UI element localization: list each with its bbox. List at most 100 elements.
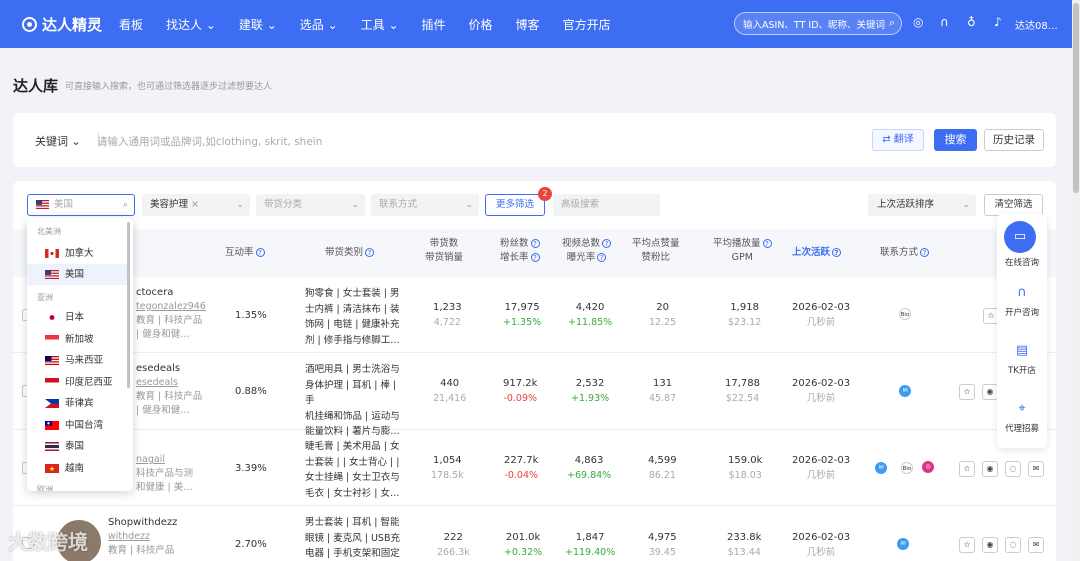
creator-name[interactable]: ctocera xyxy=(136,286,206,300)
headset-icon[interactable]: ∩ xyxy=(940,15,949,29)
goods-category-select[interactable]: 带货分类 ⌄ xyxy=(256,194,365,216)
star-icon[interactable]: ☆ xyxy=(959,384,975,400)
advanced-search-placeholder: 高级搜索 xyxy=(561,199,600,210)
user-name[interactable]: 达达08… xyxy=(1015,17,1058,32)
sort-select[interactable]: 上次活跃排序 ⌄ xyxy=(868,194,976,216)
creator-handle[interactable]: esedeals xyxy=(136,376,202,390)
message-icon[interactable]: ◌ xyxy=(1005,537,1021,553)
mail-icon[interactable]: ✉ xyxy=(897,538,909,550)
sidebar-item-agent-recruit[interactable]: ⌖ 代理招募 xyxy=(997,400,1047,434)
help-icon[interactable]: ? xyxy=(530,253,540,262)
header-contact[interactable]: 联系方式? xyxy=(880,246,930,260)
sidebar-item-tk-store[interactable]: ▤ TK开店 xyxy=(997,342,1047,376)
country-select[interactable]: 美国 ⌕ xyxy=(27,194,135,216)
translate-button[interactable]: ⇄ 翻译 xyxy=(872,129,924,151)
country-placeholder: 美国 xyxy=(54,199,74,210)
creator-name[interactable]: esedeals xyxy=(136,362,202,376)
eye-icon[interactable]: ◉ xyxy=(982,461,998,477)
bulb-icon[interactable]: ♁ xyxy=(967,15,976,29)
country-option-usa[interactable]: 美国 xyxy=(27,264,127,285)
history-button[interactable]: 历史记录 xyxy=(984,129,1044,151)
mail-outline-icon[interactable]: ✉ xyxy=(1028,461,1044,477)
help-icon[interactable]: ? xyxy=(597,253,607,262)
contact-select[interactable]: 联系方式 ⌄ xyxy=(371,194,479,216)
header-interaction[interactable]: 互动率? xyxy=(225,246,265,260)
keyword-input[interactable]: 请输入通用词或品牌词,如clothing, skrit, shein xyxy=(97,134,322,149)
nav-item-plugin[interactable]: 插件 xyxy=(422,16,446,33)
keyword-type-select[interactable]: 关键词 ⌄ xyxy=(35,133,81,149)
country-option-philippines[interactable]: 菲律宾 xyxy=(27,393,127,414)
bell-icon[interactable]: ♪ xyxy=(994,15,1002,29)
clear-tag-icon[interactable]: × xyxy=(188,199,199,210)
eye-icon[interactable]: ◉ xyxy=(982,537,998,553)
help-icon[interactable]: ? xyxy=(365,248,375,257)
creator-tags: | 健身和健… xyxy=(136,329,190,340)
creator-handle[interactable]: withdezz xyxy=(108,530,177,544)
help-icon[interactable]: ? xyxy=(530,239,540,248)
country-option-canada[interactable]: 加拿大 xyxy=(27,243,127,264)
table-row[interactable]: ctocera tegonzalez946 教育 | 科技产品 | 健身和健… … xyxy=(13,277,1056,353)
chat-icon[interactable]: ▭ xyxy=(1004,221,1036,253)
country-option-japan[interactable]: 日本 xyxy=(27,307,127,328)
country-option-indonesia[interactable]: 印度尼西亚 xyxy=(27,372,127,393)
fans-cell: 917.2k -0.09% xyxy=(503,378,538,404)
nav-item-find-creators[interactable]: 找达人 ⌄ xyxy=(166,16,216,33)
more-filters-button[interactable]: 更多筛选 xyxy=(485,194,545,216)
nav-search-input[interactable]: 输入ASIN、TT ID、昵称、关键词 ⌕ xyxy=(734,12,902,35)
table-row[interactable]: Shopwithdezz withdezz 教育 | 科技产品 2.70% 男士… xyxy=(13,506,1056,561)
creator-name[interactable] xyxy=(136,439,193,453)
country-option-taiwan[interactable]: 中国台湾 xyxy=(27,415,127,436)
help-icon[interactable]: ? xyxy=(832,248,842,257)
mail-outline-icon[interactable]: ✉ xyxy=(1028,537,1044,553)
country-option-thailand[interactable]: 泰国 xyxy=(27,436,127,457)
sidebar-item-account-consult[interactable]: ∩ 开户咨询 xyxy=(997,284,1047,318)
star-icon[interactable]: ☆ xyxy=(959,537,975,553)
creator-name[interactable]: Shopwithdezz xyxy=(108,516,177,530)
country-option-vietnam[interactable]: 越南 xyxy=(27,458,127,479)
nav-item-pricing[interactable]: 价格 xyxy=(469,16,493,33)
nav-item-dashboard[interactable]: 看板 xyxy=(119,16,143,33)
nav-item-tools[interactable]: 工具 ⌄ xyxy=(361,16,399,33)
nav-item-blog[interactable]: 博客 xyxy=(516,16,540,33)
country-option-malaysia[interactable]: 马来西亚 xyxy=(27,350,127,371)
help-icon[interactable]: ? xyxy=(255,248,265,257)
nav-item-products[interactable]: 选品 ⌄ xyxy=(300,16,338,33)
header-likes[interactable]: 平均点赞量 赞粉比 xyxy=(632,237,680,265)
help-icon[interactable]: ? xyxy=(602,239,612,248)
brand-logo[interactable]: 达人精灵 xyxy=(22,14,102,35)
help-icon[interactable]: ? xyxy=(762,239,772,248)
page-scrollbar[interactable] xyxy=(1072,0,1080,561)
scrollbar-thumb[interactable] xyxy=(1073,3,1079,193)
table-row[interactable]: esedeals esedeals 教育 | 科技产品 | 健身和健… 0.88… xyxy=(13,353,1056,437)
header-fans[interactable]: 粉丝数? 增长率? xyxy=(500,237,540,265)
sidebar-item-online-consult[interactable]: 在线咨询 xyxy=(997,256,1047,268)
header-category[interactable]: 带货类别? xyxy=(325,246,375,260)
country-option-singapore[interactable]: 新加坡 xyxy=(27,329,127,350)
search-icon[interactable]: ⌕ xyxy=(889,16,895,30)
mail-icon[interactable]: ✉ xyxy=(899,385,911,397)
header-videos[interactable]: 视频总数? 曝光率? xyxy=(562,237,612,265)
search-button[interactable]: 搜索 xyxy=(934,129,977,151)
instagram-icon[interactable]: ◎ xyxy=(922,461,934,473)
header-active[interactable]: 上次活跃? xyxy=(792,246,842,260)
advanced-search-select[interactable]: 高级搜索 xyxy=(553,194,660,216)
table-row[interactable]: nagail 科技产品与测 和健康 | 美… 3.39% 睫毛膏 | 美术用品 … xyxy=(13,430,1056,506)
mail-icon[interactable]: ✉ xyxy=(875,462,887,474)
dropdown-scrollbar[interactable] xyxy=(127,222,130,388)
creator-handle[interactable]: nagail xyxy=(136,453,193,467)
clear-filters-button[interactable]: 清空筛选 xyxy=(984,194,1043,216)
eye-icon[interactable]: ◉ xyxy=(982,384,998,400)
star-icon[interactable]: ☆ xyxy=(959,461,975,477)
category-select[interactable]: 美容护理 × ⌄ xyxy=(142,194,250,216)
category-list: 狗零食 | 女士套装 | 男士内裤 | 清洁抹布 | 装饰网 | 电链 | 健康… xyxy=(305,288,400,346)
nav-item-outreach[interactable]: 建联 ⌄ xyxy=(239,16,277,33)
globe-icon[interactable]: ◎ xyxy=(913,15,923,29)
bio-icon[interactable]: Bio xyxy=(899,308,911,320)
help-icon[interactable]: ? xyxy=(920,248,930,257)
header-plays[interactable]: 平均播放量? GPM xyxy=(713,237,772,265)
creator-handle[interactable]: tegonzalez946 xyxy=(136,300,206,314)
bio-icon[interactable]: Bio xyxy=(901,462,913,474)
header-goods[interactable]: 带货数 带货销量 xyxy=(425,237,463,265)
message-icon[interactable]: ◌ xyxy=(1005,461,1021,477)
nav-item-official-store[interactable]: 官方开店 xyxy=(563,16,611,33)
